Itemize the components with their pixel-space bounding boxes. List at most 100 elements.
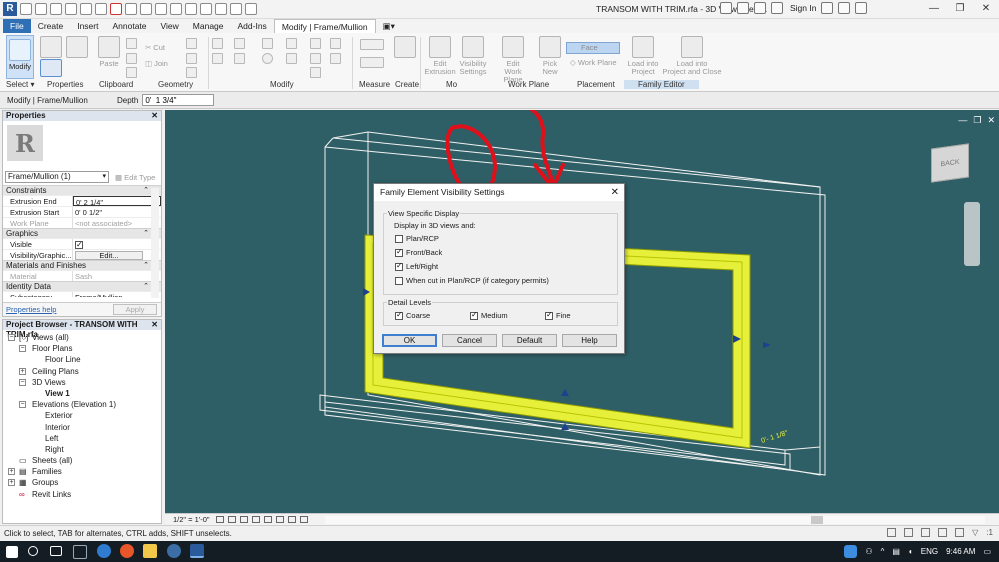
scale-icon[interactable] — [310, 67, 321, 78]
apply-button[interactable]: Apply — [113, 304, 157, 315]
close-icon[interactable]: ✕ — [151, 320, 158, 330]
delete-icon[interactable] — [330, 53, 341, 64]
fine-option[interactable]: Fine — [545, 310, 571, 320]
grip-handle[interactable] — [763, 342, 771, 348]
visual-style-icon[interactable] — [228, 516, 236, 523]
default-3d-view-icon[interactable] — [185, 3, 197, 15]
text-icon[interactable] — [170, 3, 182, 15]
sign-in-link[interactable]: Sign In — [790, 3, 816, 13]
app-icon[interactable] — [73, 545, 87, 559]
restore-view-icon[interactable]: ❐ — [973, 115, 981, 126]
join-button[interactable]: ◫ Join — [145, 60, 168, 68]
paste-button[interactable]: Paste — [96, 36, 122, 68]
face-button[interactable]: Face — [566, 42, 620, 54]
reveal-hidden-icon[interactable] — [300, 516, 308, 523]
people-icon[interactable]: ⚇ — [865, 547, 872, 556]
front-back-option[interactable]: Front/Back — [395, 247, 442, 257]
revit-app-menu-icon[interactable]: R — [3, 2, 17, 16]
collapse-icon[interactable]: − — [19, 345, 26, 353]
section-materials[interactable]: Materials and Finishes — [3, 260, 161, 271]
medium-option[interactable]: Medium — [470, 310, 508, 320]
visible-checkbox[interactable] — [75, 239, 83, 250]
edge-icon[interactable] — [97, 544, 111, 558]
crop-view-icon[interactable] — [264, 516, 272, 523]
section-icon[interactable] — [200, 3, 212, 15]
when-cut-option[interactable]: When cut in Plan/RCP (if category permit… — [395, 276, 549, 285]
properties-scrollbar[interactable] — [151, 188, 159, 298]
material-value[interactable]: Sash — [73, 271, 161, 281]
match-type-icon[interactable] — [126, 67, 137, 78]
offset-icon[interactable] — [234, 38, 245, 49]
star-icon[interactable] — [754, 2, 766, 14]
close-view-icon[interactable]: ✕ — [987, 115, 995, 126]
search-icon[interactable] — [28, 546, 38, 556]
tab-modify-frame-mullion[interactable]: Modify | Frame/Mullion — [273, 19, 376, 33]
tree-item[interactable]: + ▤ Families — [3, 466, 161, 477]
tree-item-selected[interactable]: View 1 — [3, 388, 161, 399]
create-similar-button[interactable] — [394, 36, 416, 60]
dialog-close-icon[interactable]: ✕ — [611, 184, 619, 201]
coarse-option[interactable]: Coarse — [395, 310, 430, 320]
save-icon[interactable] — [35, 3, 47, 15]
open-icon[interactable] — [20, 3, 32, 15]
scroll-thumb[interactable] — [811, 516, 823, 524]
tree-item[interactable]: ▭ Sheets (all) — [3, 455, 161, 466]
expand-icon[interactable]: + — [8, 468, 15, 476]
select-underlay-icon[interactable] — [904, 528, 914, 537]
pin-icon[interactable] — [330, 38, 341, 49]
extrusion-end-value[interactable]: 0' 2 1/4" — [73, 196, 161, 207]
switch-windows-icon[interactable] — [230, 3, 242, 15]
chrome-icon[interactable] — [120, 544, 134, 558]
select-links-icon[interactable] — [887, 528, 897, 537]
task-view-icon[interactable] — [50, 546, 62, 556]
cancel-button[interactable]: Cancel — [442, 334, 497, 347]
left-right-checkbox[interactable] — [395, 261, 403, 271]
viewcube[interactable]: BACK — [931, 143, 969, 183]
front-back-checkbox[interactable] — [395, 247, 403, 257]
cut-geometry-icon[interactable] — [126, 38, 137, 49]
left-right-option[interactable]: Left/Right — [395, 261, 438, 271]
pick-new-button[interactable]: Pick New — [536, 36, 564, 76]
load-into-project-close-button[interactable]: Load into Project and Close — [660, 36, 724, 76]
exchange-icon[interactable] — [838, 2, 851, 14]
drag-elements-icon[interactable] — [955, 528, 965, 537]
qat-dropdown-icon[interactable] — [245, 3, 257, 15]
collapse-icon[interactable]: − — [19, 378, 26, 386]
redo-icon[interactable] — [80, 3, 92, 15]
print-icon[interactable] — [95, 3, 107, 15]
visibility-settings-button[interactable]: Visibility Settings — [456, 36, 490, 76]
tree-item[interactable]: −3D Views — [3, 377, 161, 388]
browser-icon[interactable] — [167, 544, 181, 558]
select-pinned-icon[interactable] — [921, 528, 931, 537]
edit-extrusion-button[interactable]: Edit Extrusion — [424, 36, 456, 76]
close-button[interactable]: ✕ — [973, 0, 999, 18]
volume-icon[interactable]: ◖ — [908, 547, 913, 556]
tree-item[interactable]: Right — [3, 444, 161, 455]
load-into-project-button[interactable]: Load into Project — [624, 36, 662, 76]
mirror-draw-icon[interactable] — [286, 38, 297, 49]
tree-item[interactable]: − [○] Views (all) — [3, 332, 161, 343]
edit-work-plane-button[interactable]: Edit Work Plane — [494, 36, 532, 84]
coarse-checkbox[interactable] — [395, 310, 403, 320]
view-scale[interactable]: 1/2" = 1'-0" — [173, 515, 210, 524]
extrusion-start-value[interactable]: 0' 0 1/2" — [73, 207, 161, 217]
cut-button[interactable]: ✂ Cut — [145, 44, 165, 52]
when-cut-checkbox[interactable] — [395, 276, 403, 285]
tree-item[interactable]: − Floor Plans — [3, 343, 161, 354]
type-properties-button[interactable] — [40, 59, 62, 79]
plan-rcp-checkbox[interactable] — [395, 234, 403, 243]
windows-start-icon[interactable] — [6, 546, 18, 558]
family-types-button[interactable] — [40, 36, 62, 60]
default-button[interactable]: Default — [502, 334, 557, 347]
tab-view[interactable]: View — [154, 19, 186, 33]
section-constraints[interactable]: Constraints — [3, 185, 161, 196]
panel-select[interactable]: Select ▾ — [6, 80, 34, 89]
shadows-icon[interactable] — [252, 516, 260, 523]
modify-button[interactable]: Modify — [6, 35, 34, 79]
tree-item[interactable]: Exterior — [3, 410, 161, 421]
split-element-icon[interactable] — [310, 38, 321, 49]
collapse-icon[interactable]: − — [19, 401, 26, 409]
cart-icon[interactable] — [821, 2, 834, 14]
app-tray-icon[interactable] — [844, 545, 858, 558]
visibility-edit-button[interactable]: Edit... — [75, 251, 143, 260]
